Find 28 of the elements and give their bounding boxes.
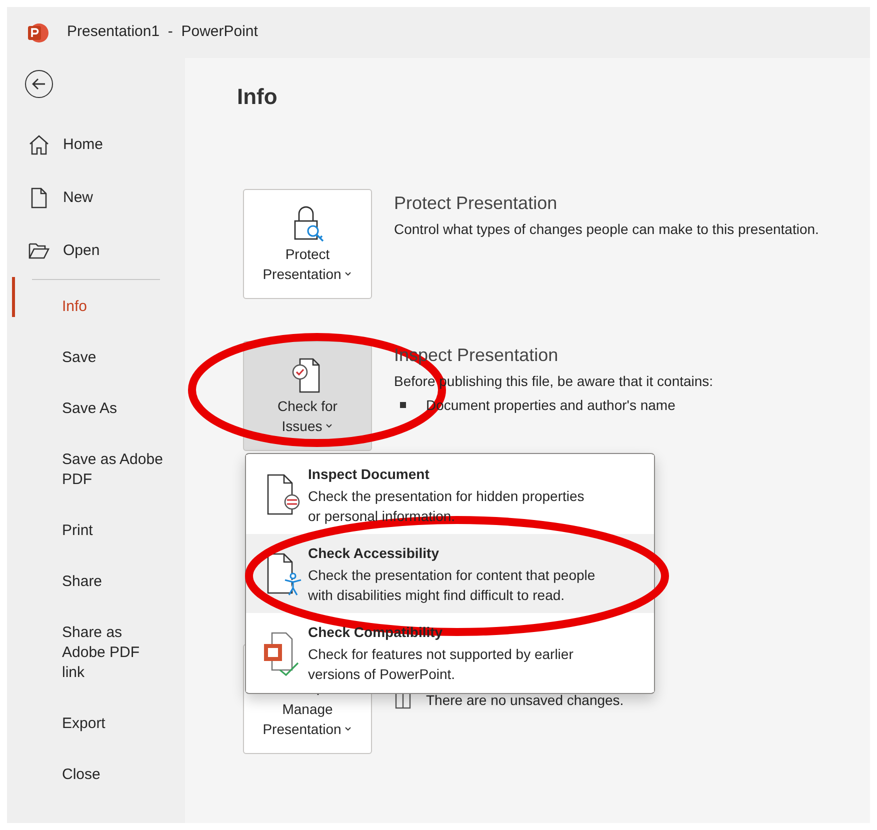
sidebar-item[interactable]: Home [28, 134, 104, 156]
sidebar-item[interactable]: Export [62, 714, 106, 734]
menu-item[interactable]: Check Accessibility Check the presentation for content that people with disabilities might find difficult to read. [246, 534, 654, 613]
app-logo-icon [27, 22, 49, 44]
sidebar-item[interactable]: Info [62, 297, 88, 317]
home-icon [28, 134, 50, 156]
section-button[interactable]: Protect Presentation [243, 189, 372, 299]
chevron-down-icon [325, 422, 334, 430]
window-title: Presentation1 - PowerPoint [67, 22, 258, 42]
status-text: There are no unsaved changes. [426, 691, 624, 710]
bullet-icon [400, 402, 406, 408]
section-button[interactable]: Check for Issues [243, 341, 372, 451]
sidebar-item[interactable]: Close [62, 765, 100, 785]
sidebar-item[interactable]: Open [28, 240, 100, 262]
back-button[interactable] [25, 70, 53, 98]
chevron-down-icon [344, 270, 352, 278]
sidebar-item[interactable]: Share as Adobe PDF link [62, 623, 140, 683]
sidebar-item[interactable]: Save as Adobe PDF [62, 450, 163, 490]
sidebar-item[interactable]: Print [62, 521, 93, 541]
sidebar-item[interactable]: Share [62, 572, 102, 592]
sidebar-item[interactable]: Save [62, 348, 96, 368]
sidebar-item[interactable]: New [28, 187, 94, 209]
chevron-down-icon [344, 725, 352, 733]
section-description: Control what types of changes people can make to this presentation. [394, 220, 819, 239]
sidebar-item[interactable]: Save As [62, 399, 118, 419]
back-arrow-icon [31, 76, 47, 92]
section-heading: Protect Presentation [394, 192, 558, 215]
page-title: Info [237, 83, 278, 111]
